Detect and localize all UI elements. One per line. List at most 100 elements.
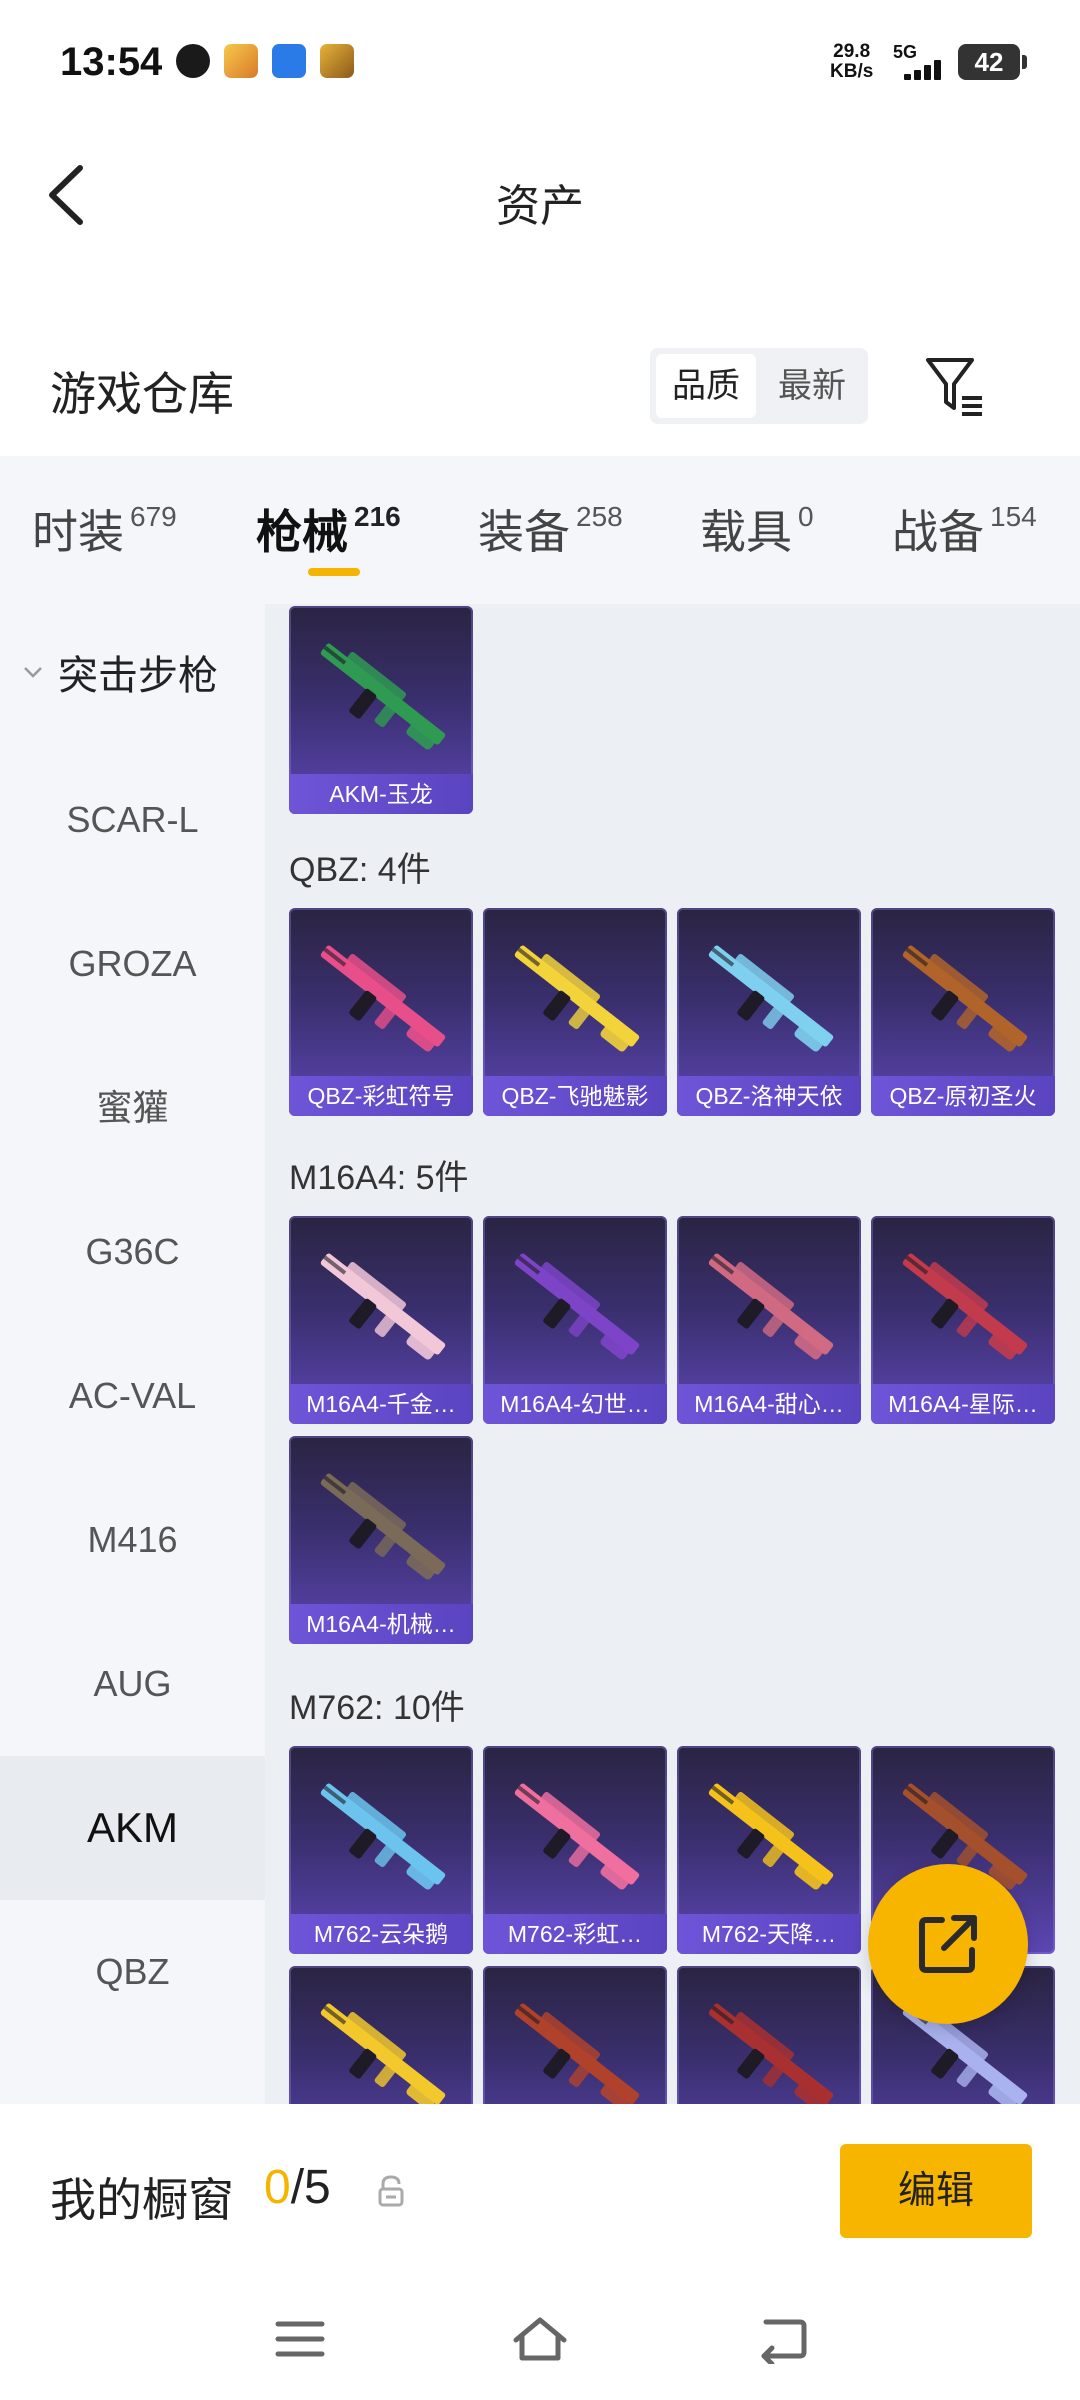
weapon-sidebar: 突击步枪 SCAR-L GROZA 蜜獾 G36C AC-VAL M416 AU…: [0, 604, 265, 2104]
sort-latest-option[interactable]: 最新: [762, 354, 862, 418]
weapon-image: [320, 1473, 446, 1580]
app-icon: [320, 44, 354, 78]
skin-card[interactable]: M16A4-星际…: [871, 1216, 1055, 1424]
skin-card[interactable]: QBZ-原初圣火: [871, 908, 1055, 1116]
page-title: 资产: [496, 182, 584, 231]
skin-card[interactable]: [677, 1966, 861, 2104]
tab-label: 战备: [892, 506, 984, 558]
filter-icon: [926, 358, 982, 416]
weapon-image: [708, 1253, 834, 1360]
share-button[interactable]: [868, 1864, 1028, 2024]
group-title-qbz: QBZ: 4件: [289, 851, 431, 889]
skin-card-label: M16A4-幻世…: [483, 1384, 667, 1424]
skin-card[interactable]: [289, 1966, 473, 2104]
tab-equipment[interactable]: 装备 258: [478, 496, 623, 562]
skin-card-label: QBZ-原初圣火: [871, 1076, 1055, 1116]
network-speed: 29.8 KB/s: [830, 42, 873, 82]
skin-card-label: QBZ-彩虹符号: [289, 1076, 473, 1116]
weapon-image: [514, 1783, 640, 1890]
skin-card[interactable]: M762-彩虹…: [483, 1746, 667, 1954]
tab-firearms[interactable]: 枪械 216: [256, 496, 401, 562]
status-bar: 13:54 29.8 KB/s 5G 42: [0, 0, 1080, 130]
filter-button[interactable]: [920, 352, 990, 422]
group-title-m762: M762: 10件: [289, 1689, 465, 1727]
showcase-bar: 我的橱窗 0/5 编辑: [0, 2104, 1080, 2400]
weapon-image: [902, 1253, 1028, 1360]
weapon-image: [514, 1253, 640, 1360]
skin-card-label: M16A4-甜心…: [677, 1384, 861, 1424]
sidebar-item-akm[interactable]: AKM: [0, 1756, 265, 1900]
sidebar-item-scar-l[interactable]: SCAR-L: [0, 748, 265, 892]
signal-icon: [904, 58, 944, 80]
edit-button[interactable]: 编辑: [840, 2144, 1032, 2238]
skin-card[interactable]: [483, 1966, 667, 2104]
weapon-image: [514, 945, 640, 1052]
back-icon[interactable]: [752, 2314, 812, 2364]
sidebar-item-qbz[interactable]: QBZ: [0, 1900, 265, 2044]
weapon-image: [320, 2003, 446, 2104]
lock-icon: [378, 2175, 404, 2207]
tab-label: 载具: [700, 506, 792, 558]
tab-count: 0: [798, 501, 814, 532]
tab-fashion[interactable]: 时装 679: [32, 496, 177, 562]
showcase-label: 我的橱窗: [50, 2174, 234, 2226]
skin-card[interactable]: M16A4-千金…: [289, 1216, 473, 1424]
skin-card[interactable]: QBZ-彩虹符号: [289, 908, 473, 1116]
showcase-total: /5: [290, 2161, 331, 2214]
speed-value: 29.8: [833, 41, 871, 62]
showcase-current: 0: [264, 2161, 291, 2214]
app-icon: [224, 44, 258, 78]
weapon-image: [514, 2003, 640, 2104]
weapon-image: [902, 945, 1028, 1052]
skin-card[interactable]: M762-天降…: [677, 1746, 861, 1954]
sort-quality-option[interactable]: 品质: [656, 354, 756, 418]
weapon-image: [708, 945, 834, 1052]
home-icon[interactable]: [510, 2314, 570, 2364]
battery-icon: 42: [958, 44, 1027, 80]
sidebar-item-groza[interactable]: GROZA: [0, 892, 265, 1036]
tab-vehicles[interactable]: 载具 0: [700, 496, 814, 562]
skin-card-label: M16A4-千金…: [289, 1384, 473, 1424]
skin-card[interactable]: M16A4-甜心…: [677, 1216, 861, 1424]
tab-count: 154: [990, 501, 1037, 532]
tab-label: 装备: [478, 506, 570, 558]
group-title-m16a4: M16A4: 5件: [289, 1159, 469, 1197]
status-time: 13:54: [60, 40, 163, 84]
skin-card[interactable]: QBZ-洛神天依: [677, 908, 861, 1116]
tab-supplies[interactable]: 战备 154: [892, 496, 1037, 562]
tab-count: 258: [576, 501, 623, 532]
tab-label: 枪械: [256, 506, 348, 558]
skin-card[interactable]: AKM-玉龙: [289, 606, 473, 814]
showcase-count: 0/5: [264, 2160, 331, 2215]
skin-card-label: QBZ-飞驰魅影: [483, 1076, 667, 1116]
tab-label: 时装: [32, 506, 124, 558]
sidebar-item-g36c[interactable]: G36C: [0, 1180, 265, 1324]
skin-card[interactable]: M16A4-幻世…: [483, 1216, 667, 1424]
weapon-image: [708, 1783, 834, 1890]
sidebar-category-label: 突击步枪: [58, 654, 218, 698]
sidebar-item-m416[interactable]: M416: [0, 1468, 265, 1612]
skin-card-label: M762-天降…: [677, 1914, 861, 1954]
share-icon: [919, 1915, 977, 1973]
skin-card-label: M762-云朵鹅: [289, 1914, 473, 1954]
weapon-image: [708, 2003, 834, 2104]
menu-icon[interactable]: [270, 2314, 330, 2364]
sidebar-item-ac-val[interactable]: AC-VAL: [0, 1324, 265, 1468]
sidebar-item-honey-badger[interactable]: 蜜獾: [0, 1036, 265, 1180]
skin-card-label: AKM-玉龙: [289, 774, 473, 814]
weapon-image: [320, 1783, 446, 1890]
skin-card-label: M762-彩虹…: [483, 1914, 667, 1954]
skin-card[interactable]: M762-云朵鹅: [289, 1746, 473, 1954]
sidebar-item-aug[interactable]: AUG: [0, 1612, 265, 1756]
skin-card[interactable]: QBZ-飞驰魅影: [483, 908, 667, 1116]
skin-card-label: M16A4-星际…: [871, 1384, 1055, 1424]
skin-card-label: QBZ-洛神天依: [677, 1076, 861, 1116]
globe-icon: [176, 44, 210, 78]
weapon-image: [320, 643, 446, 750]
skin-card[interactable]: M16A4-机械…: [289, 1436, 473, 1644]
sidebar-category-assault-rifles[interactable]: 突击步枪: [0, 604, 265, 748]
sort-toggle: 品质 最新: [650, 348, 868, 424]
speed-unit: KB/s: [830, 61, 874, 82]
active-tab-indicator: [308, 568, 360, 576]
tab-count: 679: [130, 501, 177, 532]
